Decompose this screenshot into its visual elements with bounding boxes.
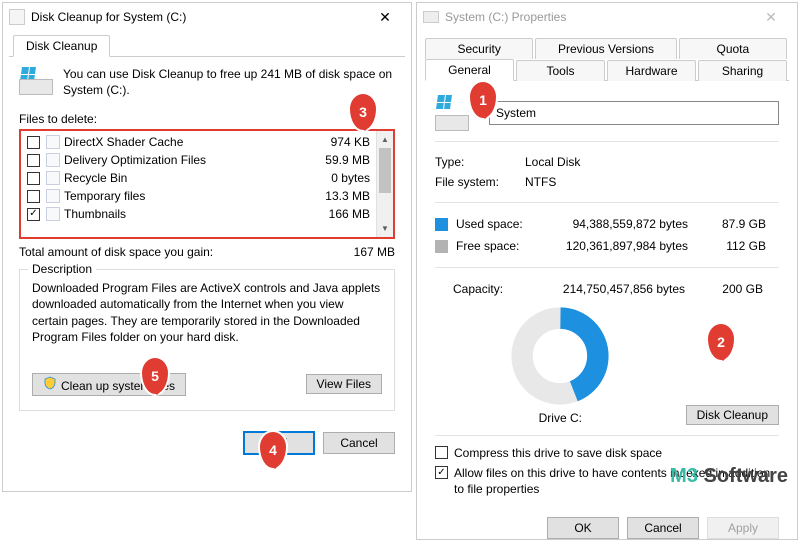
item-size: 974 KB <box>310 135 370 149</box>
tab-sharing[interactable]: Sharing <box>698 60 787 81</box>
compress-label: Compress this drive to save disk space <box>454 446 662 460</box>
tab-disk-cleanup[interactable]: Disk Cleanup <box>13 35 110 57</box>
tab-previous-versions[interactable]: Previous Versions <box>535 38 676 59</box>
file-icon <box>46 207 60 221</box>
checkbox[interactable] <box>27 172 40 185</box>
close-icon[interactable]: ✕ <box>751 9 791 26</box>
scroll-up-icon[interactable]: ▲ <box>377 131 393 148</box>
compress-checkbox[interactable] <box>435 446 448 459</box>
window-title: Disk Cleanup for System (C:) <box>31 10 365 24</box>
clean-system-files-button[interactable]: Clean up system files <box>32 373 186 396</box>
checkbox[interactable] <box>27 208 40 221</box>
used-gb: 87.9 GB <box>706 217 766 231</box>
tab-security[interactable]: Security <box>425 38 533 59</box>
drive-name-input[interactable] <box>489 101 779 125</box>
window-title: System (C:) Properties <box>445 10 751 24</box>
clean-system-files-label: Clean up system files <box>61 379 175 393</box>
cancel-button[interactable]: Cancel <box>323 432 395 454</box>
tab-tools[interactable]: Tools <box>516 60 605 81</box>
list-item[interactable]: Recycle Bin 0 bytes <box>21 169 376 187</box>
tab-hardware[interactable]: Hardware <box>607 60 696 81</box>
total-value: 167 MB <box>354 245 395 259</box>
ok-button[interactable]: OK <box>547 517 619 539</box>
drive-icon <box>435 95 479 131</box>
free-label: Free space: <box>456 239 556 253</box>
scroll-track[interactable] <box>377 193 393 220</box>
list-item[interactable]: Thumbnails 166 MB <box>21 205 376 223</box>
pie-chart <box>510 306 610 406</box>
drive-caption: Drive C: <box>435 411 686 425</box>
used-bytes: 94,388,559,872 bytes <box>556 217 706 231</box>
close-icon[interactable]: ✕ <box>365 9 405 26</box>
files-to-delete-label: Files to delete: <box>19 112 395 126</box>
list-item[interactable]: Temporary files 13.3 MB <box>21 187 376 205</box>
files-to-delete-list[interactable]: DirectX Shader Cache 974 KB Delivery Opt… <box>19 129 395 239</box>
scroll-thumb[interactable] <box>379 148 391 193</box>
titlebar[interactable]: System (C:) Properties ✕ <box>417 3 797 31</box>
scroll-down-icon[interactable]: ▼ <box>377 220 393 237</box>
item-name: Thumbnails <box>64 207 310 221</box>
capacity-label: Capacity: <box>453 282 553 296</box>
watermark: M3 Software <box>670 465 788 488</box>
watermark-word: Software <box>704 465 788 487</box>
used-swatch <box>435 218 448 231</box>
fs-value: NTFS <box>525 175 556 189</box>
item-name: Recycle Bin <box>64 171 310 185</box>
capacity-gb: 200 GB <box>703 282 763 296</box>
total-label: Total amount of disk space you gain: <box>19 245 354 259</box>
cancel-button[interactable]: Cancel <box>627 517 699 539</box>
ok-button[interactable]: OK <box>243 431 315 455</box>
free-gb: 112 GB <box>706 239 766 253</box>
item-size: 0 bytes <box>310 171 370 185</box>
intro-text: You can use Disk Cleanup to free up 241 … <box>63 67 395 98</box>
checkbox[interactable] <box>27 190 40 203</box>
used-label: Used space: <box>456 217 556 231</box>
checkbox[interactable] <box>27 154 40 167</box>
item-size: 166 MB <box>310 207 370 221</box>
item-size: 59.9 MB <box>310 153 370 167</box>
description-group: Description Downloaded Program Files are… <box>19 269 395 411</box>
list-item[interactable]: DirectX Shader Cache 974 KB <box>21 133 376 151</box>
disk-cleanup-button[interactable]: Disk Cleanup <box>686 405 779 425</box>
titlebar[interactable]: Disk Cleanup for System (C:) ✕ <box>3 3 411 31</box>
list-item[interactable]: Delivery Optimization Files 59.9 MB <box>21 151 376 169</box>
checkbox[interactable] <box>27 136 40 149</box>
drive-icon <box>19 67 53 95</box>
watermark-brand: M3 <box>670 465 698 487</box>
description-text: Downloaded Program Files are ActiveX con… <box>32 280 382 345</box>
free-swatch <box>435 240 448 253</box>
item-name: Temporary files <box>64 189 310 203</box>
apply-button[interactable]: Apply <box>707 517 779 539</box>
type-value: Local Disk <box>525 155 580 169</box>
type-label: Type: <box>435 155 525 169</box>
app-icon <box>9 9 25 25</box>
file-icon <box>46 135 60 149</box>
tab-quota[interactable]: Quota <box>679 38 787 59</box>
item-name: Delivery Optimization Files <box>64 153 310 167</box>
capacity-bytes: 214,750,457,856 bytes <box>553 282 703 296</box>
disk-cleanup-dialog: Disk Cleanup for System (C:) ✕ Disk Clea… <box>2 2 412 492</box>
description-legend: Description <box>28 262 96 276</box>
scrollbar[interactable]: ▲ ▼ <box>376 131 393 237</box>
item-name: DirectX Shader Cache <box>64 135 310 149</box>
file-icon <box>46 189 60 203</box>
shield-icon <box>43 376 57 390</box>
fs-label: File system: <box>435 175 525 189</box>
index-checkbox[interactable] <box>435 466 448 479</box>
file-icon <box>46 171 60 185</box>
drive-icon <box>423 11 439 23</box>
drive-properties-dialog: System (C:) Properties ✕ Security Previo… <box>416 2 798 540</box>
file-icon <box>46 153 60 167</box>
free-bytes: 120,361,897,984 bytes <box>556 239 706 253</box>
tab-general[interactable]: General <box>425 59 514 81</box>
item-size: 13.3 MB <box>310 189 370 203</box>
view-files-button[interactable]: View Files <box>306 374 382 394</box>
